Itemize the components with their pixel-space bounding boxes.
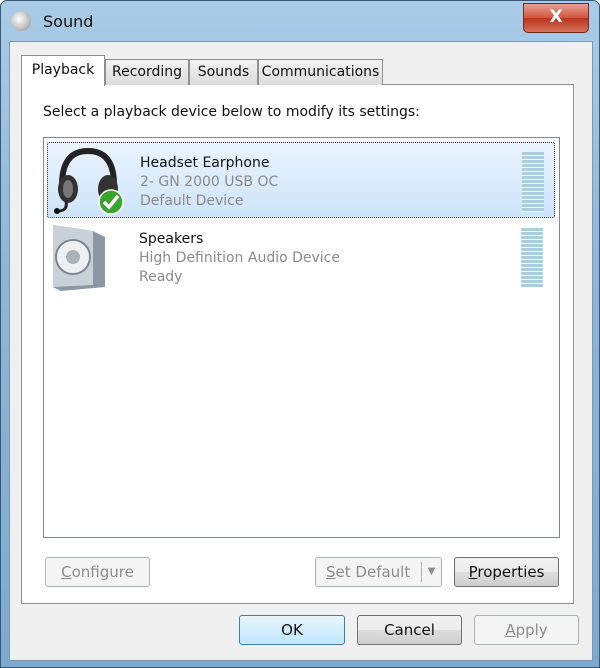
tab-playback[interactable]: Playback: [21, 55, 105, 86]
chevron-down-icon[interactable]: ▼: [421, 562, 441, 582]
device-list[interactable]: Headset Earphone 2- GN 2000 USB OC Defau…: [43, 137, 560, 538]
device-status: Ready: [139, 269, 183, 285]
properties-button[interactable]: Properties: [454, 557, 559, 587]
ok-button[interactable]: OK: [239, 615, 345, 645]
set-default-button[interactable]: Set Default ▼: [315, 557, 442, 587]
device-name: Speakers: [139, 231, 204, 247]
volume-meter: [522, 152, 544, 212]
tab-recording[interactable]: Recording: [105, 59, 189, 85]
tab-sounds[interactable]: Sounds: [189, 59, 258, 85]
close-button[interactable]: X: [523, 3, 589, 33]
volume-meter: [521, 228, 543, 288]
device-item-headset[interactable]: Headset Earphone 2- GN 2000 USB OC Defau…: [47, 142, 555, 218]
device-description: High Definition Audio Device: [139, 250, 340, 266]
sound-dialog: Sound X Playback Recording Sounds Commun…: [0, 0, 600, 668]
device-status: Default Device: [140, 193, 244, 209]
properties-label: Properties: [468, 563, 545, 581]
apply-button[interactable]: Apply: [474, 615, 579, 645]
green-check-icon: [98, 189, 124, 215]
sound-app-icon: [11, 11, 31, 31]
set-default-label: Set Default: [326, 563, 411, 581]
device-item-speakers[interactable]: Speakers High Definition Audio Device Re…: [47, 219, 555, 295]
window-title: Sound: [43, 12, 94, 31]
cancel-button[interactable]: Cancel: [357, 615, 462, 645]
tab-communications[interactable]: Communications: [258, 59, 383, 85]
speaker-icon: [53, 225, 105, 291]
configure-label: Configure: [61, 563, 134, 581]
configure-button[interactable]: Configure: [45, 557, 150, 587]
device-name: Headset Earphone: [140, 155, 270, 171]
device-description: 2- GN 2000 USB OC: [140, 174, 279, 190]
apply-label: Apply: [505, 621, 548, 639]
instruction-text: Select a playback device below to modify…: [43, 104, 420, 120]
